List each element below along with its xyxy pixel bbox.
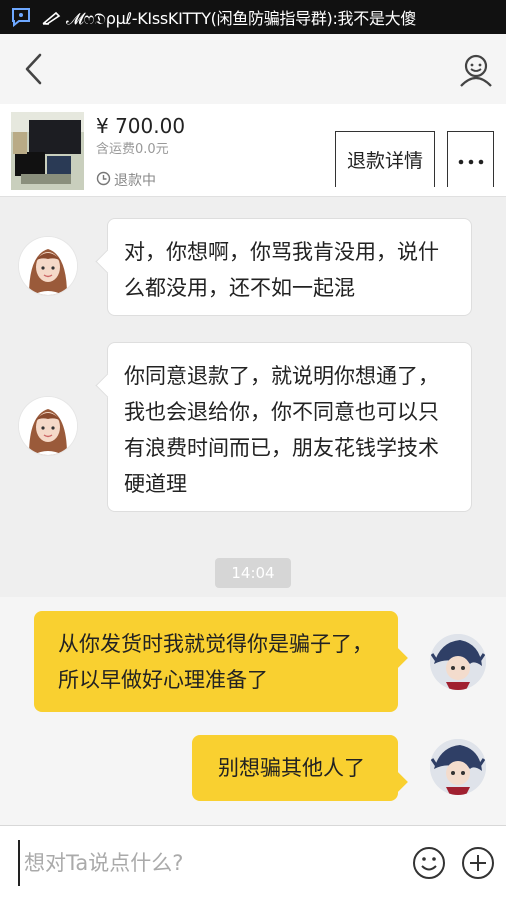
message-text: 从你发货时我就觉得你是骗子了，所以早做好心理准备了 [58,632,373,692]
status-bar: 𝓜ෆ𝔇ρμℓ-KIssKITTY(闲鱼防骗指导群):我不是大傻 [0,0,506,34]
message-bubble[interactable]: 从你发货时我就觉得你是骗子了，所以早做好心理准备了 [34,611,398,712]
product-thumbnail[interactable] [11,112,84,190]
message-input[interactable] [18,840,396,886]
message-text: 你同意退款了，就说明你想通了，我也会退给你，你不同意也可以只有浪费时间而已，朋友… [124,364,439,496]
pen-icon [42,10,62,25]
ellipsis-icon [458,150,484,169]
refund-detail-button[interactable]: 退款详情 [335,131,435,187]
avatar[interactable] [430,739,486,795]
nav-bar [0,34,506,105]
chevron-left-icon[interactable] [20,52,48,86]
chat-area[interactable]: 对，你想啊，你骂我肯没用，说什么都没用，还不如一起混 你同意退款了，就说明你想通… [0,197,506,825]
message-text: 别想骗其他人了 [218,756,365,780]
avatar[interactable] [19,397,77,455]
chat-bubble-icon [8,4,34,30]
avatar[interactable] [430,634,486,690]
user-icon[interactable] [458,52,494,88]
message-text: 对，你想啊，你骂我肯没用，说什么都没用，还不如一起混 [124,240,439,300]
avatar[interactable] [19,237,77,295]
refund-status: 退款中 [96,170,156,190]
input-bar [0,825,506,900]
clock-icon [96,171,114,190]
timestamp-badge: 14:04 [215,558,291,588]
notification-text: 𝓜ෆ𝔇ρμℓ-KIssKITTY(闲鱼防骗指导群):我不是大傻 [66,9,417,28]
shipping-fee: 含运费0.0元 [96,142,169,157]
message-bubble[interactable]: 对，你想啊，你骂我肯没用，说什么都没用，还不如一起混 [107,218,472,316]
message-bubble[interactable]: 别想骗其他人了 [192,735,398,801]
more-button[interactable] [447,131,494,187]
plus-circle-icon[interactable] [461,846,495,880]
refund-status-label: 退款中 [114,173,156,189]
product-price: ¥ 700.00 [96,114,186,138]
product-bar: ¥ 700.00 含运费0.0元 退款中 退款详情 [0,104,506,197]
message-bubble[interactable]: 你同意退款了，就说明你想通了，我也会退给你，你不同意也可以只有浪费时间而已，朋友… [107,342,472,512]
smiley-icon[interactable] [412,846,446,880]
